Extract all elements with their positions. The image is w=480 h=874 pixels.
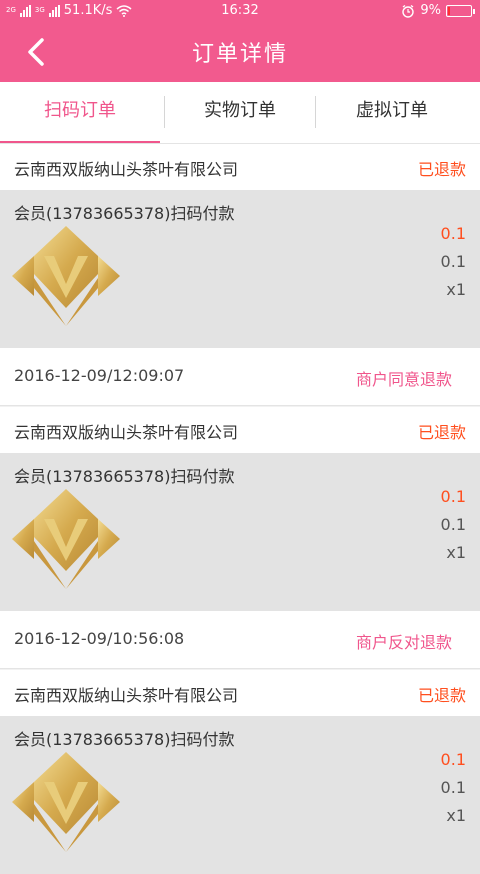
battery-percent: 9% (420, 3, 441, 18)
order-body: 会员(13783665378)扫码付款 0.1 0.1 x1 (0, 190, 480, 348)
order-footer: 2016-12-09/10:56:08 商户反对退款 (0, 611, 480, 669)
order-status: 已退款 (417, 686, 466, 705)
order-footer: 2016-12-09/12:09:07 商户同意退款 (0, 348, 480, 406)
refund-action-status[interactable]: 商户反对退款 (356, 629, 452, 653)
quantity: x1 (446, 280, 466, 299)
price: 0.1 (440, 487, 466, 506)
order-body: 会员(13783665378)扫码付款 0.1 0.1 x1 (0, 453, 480, 611)
refund-action-status[interactable]: 商户同意退款 (356, 366, 452, 390)
battery-icon (446, 4, 475, 17)
order-time: 2016-12-09/10:56:08 (14, 629, 185, 648)
tab-virtual-orders[interactable]: 虚拟订单 (312, 82, 472, 144)
tab-physical-orders[interactable]: 实物订单 (160, 82, 320, 144)
page-title: 订单详情 (191, 42, 288, 67)
status-bar: 2G 3G 51.1K/s 16:32 9% (0, 0, 480, 22)
original-price: 0.1 (440, 252, 466, 271)
shop-name: 云南西双版纳山头茶叶有限公司 (14, 686, 239, 705)
gold-v-logo (12, 489, 120, 589)
shop-name: 云南西双版纳山头茶叶有限公司 (14, 160, 239, 179)
order-status: 已退款 (417, 160, 466, 179)
original-price: 0.1 (440, 778, 466, 797)
order-body: 会员(13783665378)扫码付款 0.1 0.1 x1 (0, 716, 480, 874)
battery-level (448, 6, 450, 15)
quantity: x1 (446, 806, 466, 825)
order-status: 已退款 (417, 423, 466, 442)
header: 订单详情 (0, 22, 480, 82)
order-header: 云南西双版纳山头茶叶有限公司 已退款 (0, 144, 480, 190)
tab-scan-orders[interactable]: 扫码订单 (0, 82, 160, 144)
status-bar-right: 9% (401, 3, 475, 18)
price: 0.1 (440, 750, 466, 769)
tab-bar: 扫码订单 实物订单 虚拟订单 (0, 82, 480, 144)
original-price: 0.1 (440, 515, 466, 534)
gold-v-logo (12, 226, 120, 326)
order-time: 2016-12-09/12:09:07 (14, 366, 185, 385)
member-payment: 会员(13783665378)扫码付款 (14, 204, 235, 223)
order-header: 云南西双版纳山头茶叶有限公司 已退款 (0, 407, 480, 453)
alarm-clock-icon (402, 4, 415, 18)
order-header: 云南西双版纳山头茶叶有限公司 已退款 (0, 670, 480, 716)
gold-v-logo (12, 752, 120, 852)
shop-name: 云南西双版纳山头茶叶有限公司 (14, 423, 239, 442)
member-payment: 会员(13783665378)扫码付款 (14, 730, 235, 749)
quantity: x1 (446, 543, 466, 562)
member-payment: 会员(13783665378)扫码付款 (14, 467, 235, 486)
price: 0.1 (440, 224, 466, 243)
